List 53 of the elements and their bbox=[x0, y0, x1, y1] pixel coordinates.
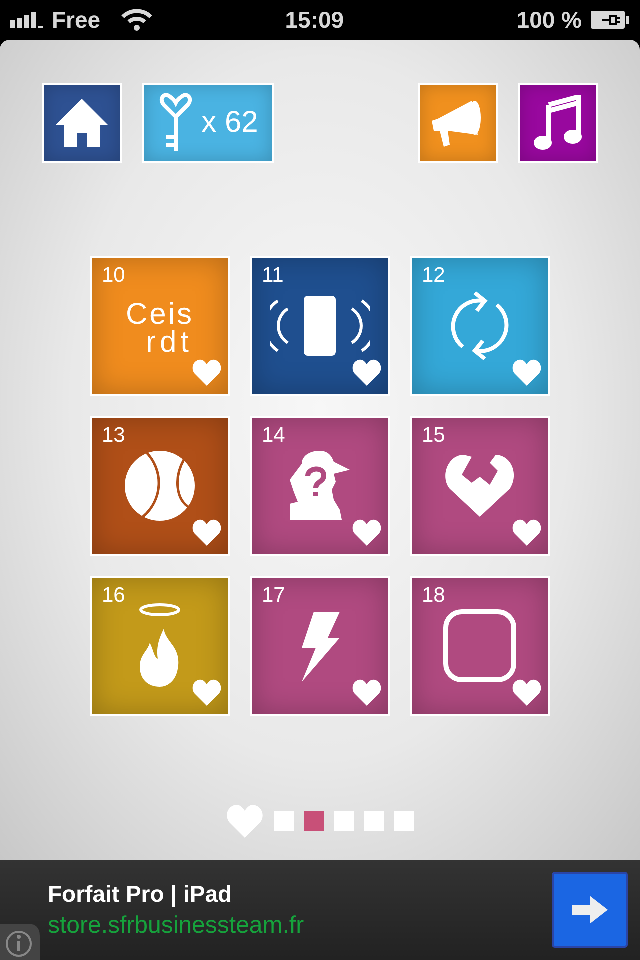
level-number: 14 bbox=[262, 424, 286, 448]
ball-icon bbox=[124, 450, 196, 522]
level-tile[interactable]: 13 bbox=[90, 416, 230, 556]
level-tile[interactable]: 18 bbox=[410, 576, 550, 716]
heart-icon bbox=[192, 519, 222, 546]
music-note-icon bbox=[533, 95, 583, 151]
heart-icon bbox=[192, 359, 222, 386]
heart-icon bbox=[352, 679, 382, 706]
home-icon bbox=[54, 97, 110, 149]
home-button[interactable] bbox=[42, 83, 122, 163]
arrow-right-icon bbox=[572, 896, 608, 924]
level-tile[interactable]: 15 bbox=[410, 416, 550, 556]
level-tile[interactable]: 12 bbox=[410, 256, 550, 396]
level-number: 17 bbox=[262, 584, 286, 608]
heart-icon bbox=[352, 359, 382, 386]
level-number: 18 bbox=[422, 584, 446, 608]
ad-title: Forfait Pro | iPad bbox=[48, 880, 234, 908]
level-number: 15 bbox=[422, 424, 446, 448]
heart-key-icon bbox=[158, 93, 194, 153]
broken-heart-icon bbox=[444, 453, 516, 519]
detective-silhouette-icon bbox=[288, 450, 352, 522]
ad-banner[interactable]: Forfait Pro | iPad store.sfrbusinessteam.fr bbox=[0, 860, 640, 960]
level-tile[interactable]: 11 bbox=[250, 256, 390, 396]
vibrating-phone-icon bbox=[270, 295, 370, 357]
heart-icon bbox=[512, 359, 542, 386]
level-tile[interactable]: 16 bbox=[90, 576, 230, 716]
info-icon[interactable] bbox=[0, 924, 40, 960]
heart-icon bbox=[352, 519, 382, 546]
signal-icon bbox=[10, 12, 44, 28]
level-number: 16 bbox=[102, 584, 126, 608]
level-number: 10 bbox=[102, 264, 126, 288]
battery-icon bbox=[590, 10, 630, 30]
lightning-icon bbox=[300, 610, 340, 682]
level-number: 12 bbox=[422, 264, 446, 288]
wifi-icon bbox=[120, 9, 153, 31]
music-button[interactable] bbox=[518, 83, 598, 163]
heart-icon bbox=[512, 519, 542, 546]
halo-fire-icon bbox=[138, 603, 182, 689]
go-arrow-button[interactable] bbox=[552, 872, 628, 948]
carrier-name: Free bbox=[52, 6, 101, 34]
level-tile[interactable]: 17 bbox=[250, 576, 390, 716]
level-tile[interactable]: 14 bbox=[250, 416, 390, 556]
megaphone-button[interactable] bbox=[418, 83, 498, 163]
clock-time: 15:09 bbox=[285, 6, 344, 32]
rounded-square-icon bbox=[443, 609, 517, 683]
ad-url-link[interactable]: store.sfrbusinessteam.fr bbox=[48, 912, 552, 940]
heart-icon bbox=[512, 679, 542, 706]
heart-icon bbox=[192, 679, 222, 706]
level-number: 13 bbox=[102, 424, 126, 448]
level-number: 11 bbox=[262, 264, 284, 288]
battery-percent: 100 % bbox=[516, 6, 582, 34]
letters-logo: Ceis rdt bbox=[126, 301, 194, 357]
favorites-page-icon[interactable] bbox=[226, 804, 264, 838]
